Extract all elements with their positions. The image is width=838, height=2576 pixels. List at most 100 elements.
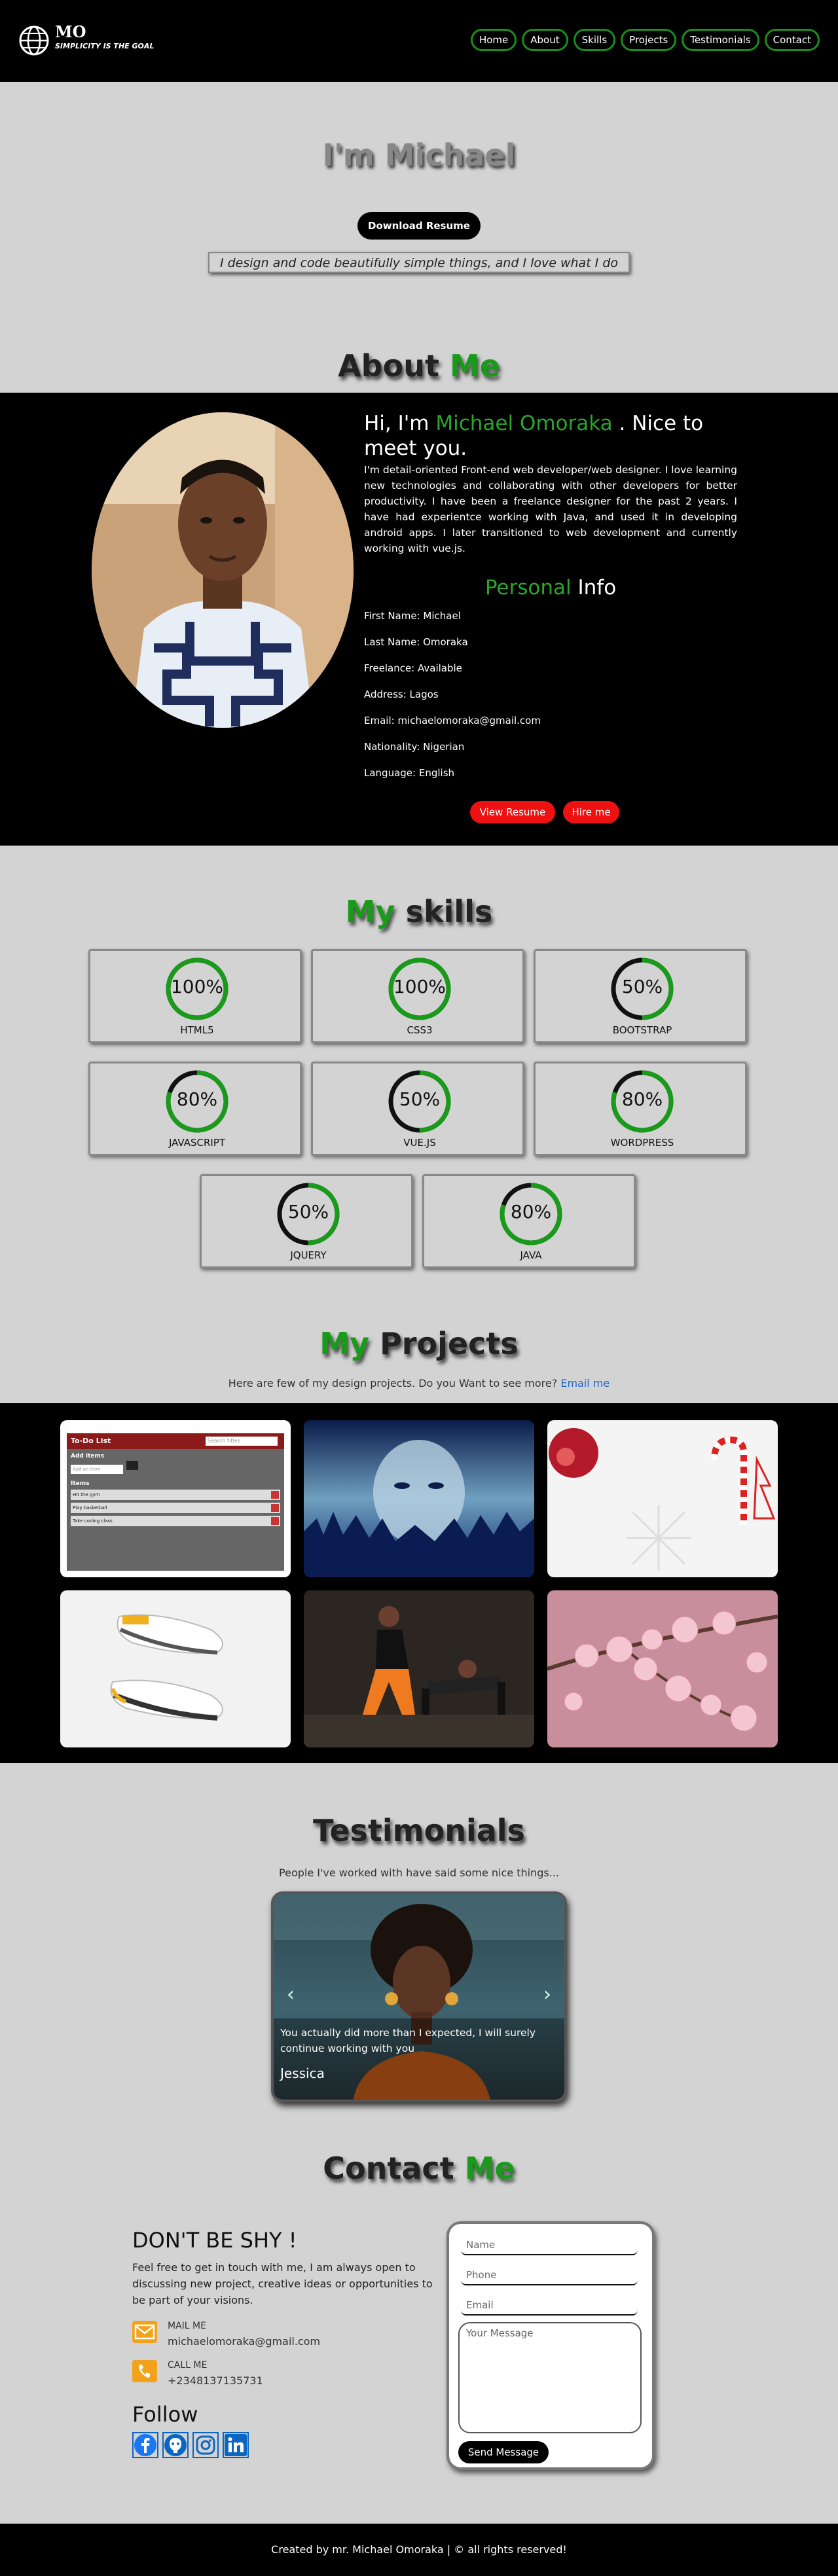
skill-name: JQUERY (290, 1249, 327, 1261)
skill-percent: 100% (170, 976, 224, 997)
carousel-prev-icon[interactable]: ‹ (287, 1983, 295, 2006)
contact-title-b: Me (464, 2151, 515, 2186)
info-address: Address: Lagos (364, 689, 439, 700)
hire-me-button[interactable]: Hire me (563, 801, 619, 823)
name-field[interactable]: Name (461, 2236, 638, 2255)
about-title: About Me (0, 348, 838, 384)
project-gym[interactable] (304, 1590, 534, 1747)
info-email: Email: michaelomoraka@gmail.com (364, 715, 541, 726)
delete-icon (271, 1491, 279, 1499)
project-christmas[interactable] (547, 1420, 778, 1577)
testimonials-subtitle: People I've worked with have said some n… (279, 1867, 559, 1879)
send-message-button[interactable]: Send Message (458, 2441, 549, 2463)
delete-icon (271, 1504, 279, 1512)
skill-name: CSS3 (407, 1024, 433, 1036)
download-resume-button[interactable]: Download Resume (357, 212, 481, 240)
info-freelance: Freelance: Available (364, 662, 462, 674)
nav-testimonials[interactable]: Testimonials (682, 29, 759, 51)
greeting-a: Hi, I'm (364, 412, 429, 435)
contact-title: Contact Me (0, 2151, 838, 2186)
testimonials-title: Testimonials (0, 1813, 838, 1848)
nav-projects[interactable]: Projects (621, 29, 677, 51)
skill-percent: 80% (510, 1201, 552, 1223)
testimonial-quote: You actually did more than I expected, I… (280, 2027, 536, 2054)
todo-items-label: Items (71, 1480, 90, 1487)
skill-card-java: 80% JAVA (422, 1174, 636, 1268)
skill-card-css3: 100% CSS3 (311, 949, 524, 1043)
carousel-next-icon[interactable]: › (543, 1983, 551, 2006)
testimonials-title-text: Testimonials (313, 1813, 525, 1848)
skill-name: BOOTSTRAP (612, 1024, 672, 1036)
skill-percent: 50% (399, 1088, 441, 1110)
projects-subtitle-text: Here are few of my design projects. Do y… (228, 1377, 558, 1389)
sneakers-image (60, 1590, 291, 1747)
linkedin-icon[interactable] (223, 2432, 249, 2458)
mail-icon (132, 2321, 157, 2343)
skill-percent: 80% (621, 1088, 663, 1110)
view-resume-button[interactable]: View Resume (470, 801, 555, 823)
mail-value[interactable]: michaelomoraka@gmail.com (168, 2335, 320, 2348)
message-field[interactable]: Your Message (458, 2322, 642, 2433)
todo-search: Search titles (206, 1437, 278, 1446)
gym-image (304, 1590, 534, 1747)
todo-add-label: Add items (71, 1453, 105, 1459)
skill-card-javascript: 80% JAVASCRIPT (88, 1062, 302, 1156)
todo-item: Play basketball (71, 1503, 280, 1513)
todo-header: To-Do List Search titles (67, 1433, 284, 1449)
personal-info-title: Personal Info (364, 576, 737, 599)
facebook-icon[interactable] (132, 2432, 158, 2458)
skill-card-wordpress: 80% WORDPRESS (534, 1062, 747, 1156)
skills-title-a: My (345, 894, 395, 929)
todo-title: To-Do List (71, 1437, 111, 1445)
personal-info-title-b: Info (577, 576, 617, 599)
nav-about[interactable]: About (522, 29, 568, 51)
skill-card-jquery: 50% JQUERY (200, 1174, 413, 1268)
skill-name: JAVA (520, 1249, 542, 1261)
nav-contact[interactable]: Contact (764, 29, 820, 51)
project-sneakers[interactable] (60, 1590, 291, 1747)
project-blossom[interactable] (547, 1590, 778, 1747)
logo[interactable]: MO SIMPLICITY IS THE GOAL (55, 24, 154, 52)
navbar: MO SIMPLICITY IS THE GOAL Home About Ski… (0, 0, 838, 82)
hero-tagline: I design and code beautifully simple thi… (208, 252, 630, 273)
info-nationality: Nationality: Nigerian (364, 741, 465, 753)
todo-item-text: Play basketball (73, 1505, 107, 1511)
nav-home[interactable]: Home (470, 29, 517, 51)
testimonial-name: Jessica (280, 2066, 325, 2081)
github-icon[interactable] (162, 2432, 189, 2458)
info-first-name: First Name: Michael (364, 610, 461, 622)
phone-field[interactable]: Phone (461, 2266, 638, 2285)
follow-heading: Follow (132, 2402, 198, 2427)
info-language: Language: English (364, 767, 455, 779)
blue-portrait-image (304, 1420, 534, 1577)
about-greeting: Hi, I'm Michael Omoraka . Nice to meet y… (364, 411, 737, 461)
contact-heading: DON'T BE SHY ! (132, 2228, 297, 2253)
blossom-image (547, 1590, 778, 1747)
skills-title: My skills (0, 894, 838, 929)
skill-card-vuejs: 50% VUE.JS (311, 1062, 524, 1156)
logo-subtitle: SIMPLICITY IS THE GOAL (55, 42, 155, 50)
about-title-a: About (338, 348, 439, 384)
email-me-link[interactable]: Email me (560, 1377, 610, 1389)
skill-card-bootstrap: 50% BOOTSTRAP (534, 949, 747, 1043)
globe-logo-icon[interactable] (18, 25, 50, 56)
project-blue-portrait[interactable] (304, 1420, 534, 1577)
todo-item: Hit the gym (71, 1490, 280, 1500)
nav-links: Home About Skills Projects Testimonials … (470, 29, 820, 51)
call-label: CALL ME (168, 2360, 208, 2370)
footer-text: Created by mr. Michael Omoraka | © all r… (271, 2543, 567, 2556)
footer: Created by mr. Michael Omoraka | © all r… (0, 2524, 838, 2576)
todo-add-button (126, 1461, 139, 1470)
testimonial-carousel: ‹ › You actually did more than I expecte… (271, 1891, 567, 2102)
instagram-icon[interactable] (192, 2432, 219, 2458)
project-todo-list[interactable]: To-Do List Search titles Add items Add a… (60, 1420, 291, 1577)
greeting-name: Michael Omoraka (435, 412, 613, 435)
call-value[interactable]: +2348137135731 (168, 2374, 263, 2387)
contact-paragraph: Feel free to get in touch with me, I am … (132, 2261, 433, 2306)
email-field[interactable]: Email (461, 2296, 638, 2316)
profile-photo (92, 412, 354, 728)
nav-skills[interactable]: Skills (573, 29, 616, 51)
christmas-image (547, 1420, 778, 1577)
delete-icon (271, 1517, 279, 1525)
profile-portrait-image (92, 412, 354, 728)
